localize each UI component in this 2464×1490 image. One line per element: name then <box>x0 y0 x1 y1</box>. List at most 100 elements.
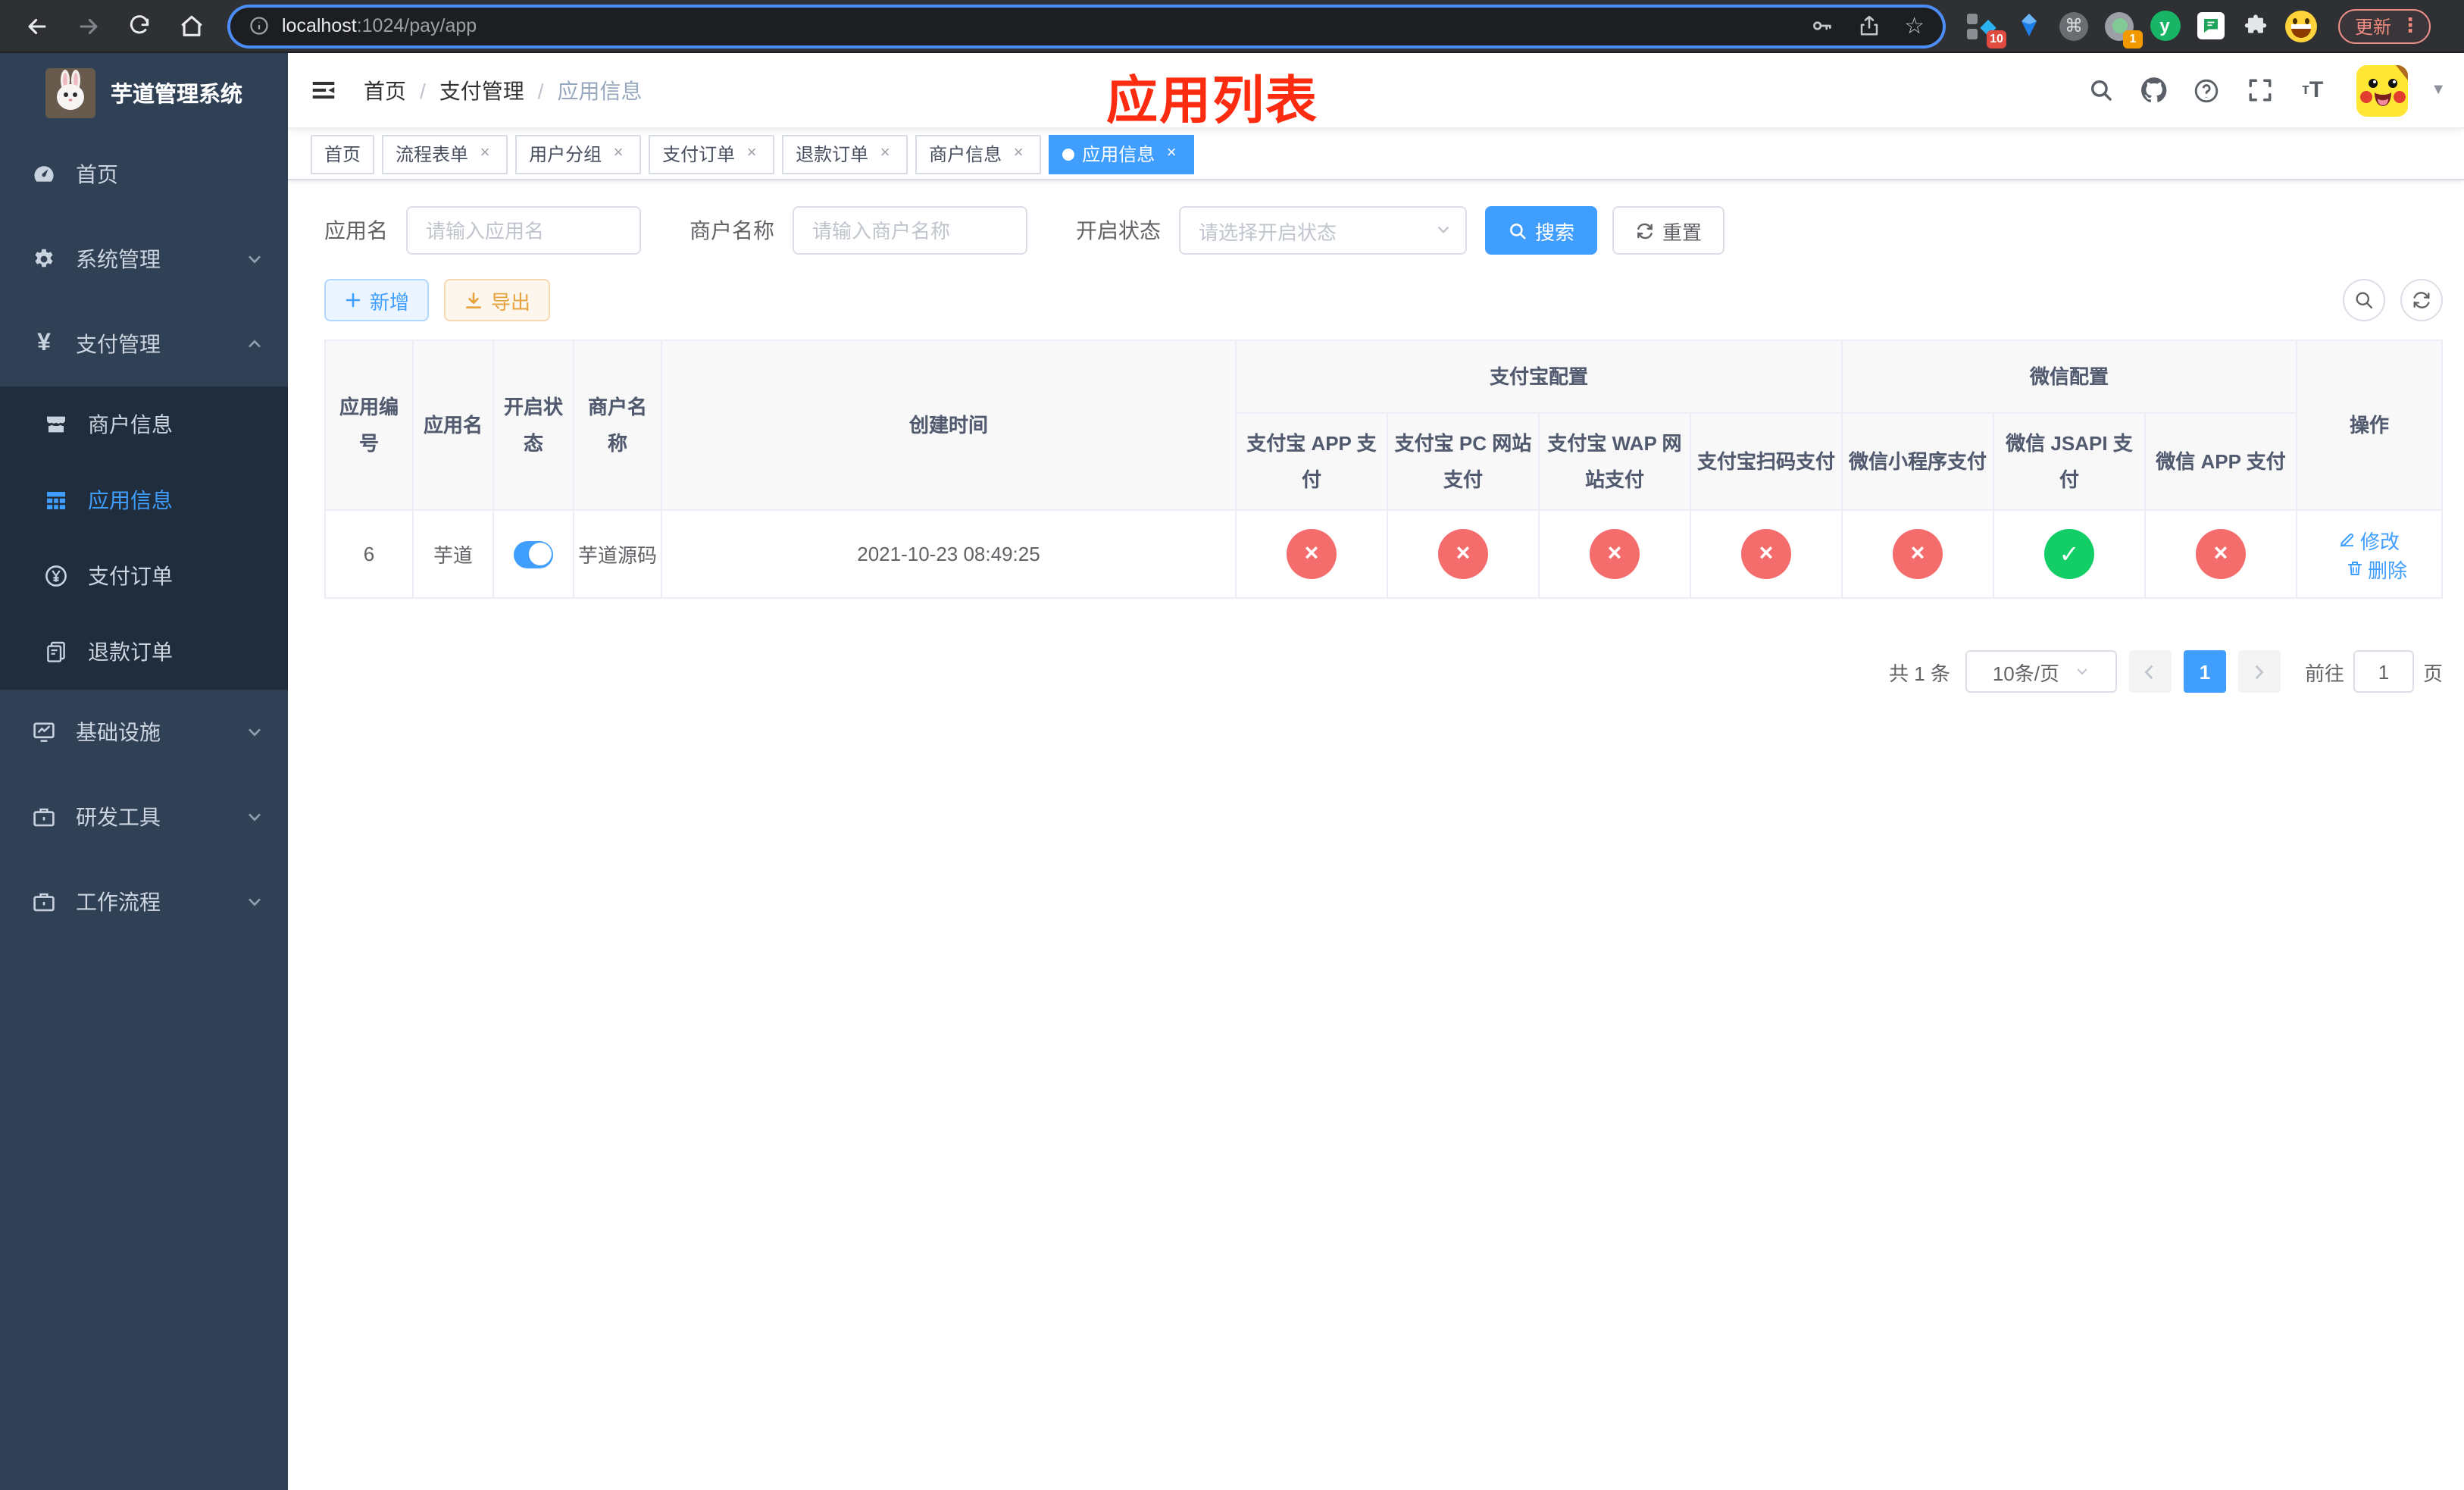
user-avatar[interactable] <box>2356 64 2409 116</box>
back-icon[interactable] <box>15 5 58 47</box>
breadcrumb-current: 应用信息 <box>557 78 643 102</box>
tab-3[interactable]: 支付订单 × <box>649 134 775 174</box>
github-icon[interactable] <box>2138 75 2169 105</box>
app-name-input[interactable] <box>406 206 641 255</box>
col-created: 创建时间 <box>661 340 1237 511</box>
cell-config-1: × <box>1386 509 1540 599</box>
fullscreen-icon[interactable] <box>2244 75 2275 105</box>
subcol-2: 支付宝 WAP 网站支付 <box>1537 412 1691 511</box>
status-select[interactable]: 请选择开启状态 <box>1179 206 1467 255</box>
breadcrumb-separator: / <box>537 78 544 102</box>
url-text[interactable]: localhost:1024/pay/app <box>282 15 1796 36</box>
cell-config-0: × <box>1234 509 1388 599</box>
cell-app-id: 6 <box>324 509 414 599</box>
tab-6[interactable]: 应用信息 × <box>1049 134 1195 174</box>
export-button[interactable]: 导出 <box>444 279 551 321</box>
font-size-icon[interactable]: тT <box>2297 75 2328 105</box>
status-toggle[interactable] <box>514 540 553 568</box>
sidebar-collapse-icon[interactable] <box>306 74 339 107</box>
extension-command-icon[interactable]: ⌘ <box>2058 10 2090 42</box>
tab-close-icon[interactable]: × <box>476 144 494 163</box>
reset-button[interactable]: 重置 <box>1612 206 1725 255</box>
tab-close-icon[interactable]: × <box>1009 144 1027 163</box>
bookmark-star-icon[interactable]: ☆ <box>1904 14 1925 37</box>
sidebar-item-6[interactable]: 退款订单 <box>0 614 288 690</box>
search-button[interactable]: 搜索 <box>1485 206 1598 255</box>
extension-y-icon[interactable]: y <box>2149 10 2181 42</box>
cell-merchant: 芋道源码 <box>573 509 662 599</box>
table-toolbar: 新增 导出 <box>324 279 2443 321</box>
sidebar-item-label: 研发工具 <box>76 805 161 829</box>
app-logo[interactable]: 芋道管理系统 <box>0 53 288 132</box>
delete-link[interactable]: 删除 <box>2347 554 2407 583</box>
browser-menu-icon[interactable]: ⋮ <box>2400 14 2420 38</box>
add-button[interactable]: 新增 <box>324 279 430 321</box>
reload-icon[interactable] <box>118 5 161 47</box>
browser-update-button[interactable]: 更新 ⋮ <box>2338 8 2431 43</box>
cell-created: 2021-10-23 08:49:25 <box>661 509 1237 599</box>
share-icon[interactable] <box>1857 14 1880 38</box>
sidebar-item-2[interactable]: ¥ 支付管理 <box>0 302 288 387</box>
tab-close-icon[interactable]: × <box>743 144 761 163</box>
tab-close-icon[interactable]: × <box>609 144 627 163</box>
prev-page-button[interactable] <box>2128 650 2172 693</box>
subcol-6: 微信 APP 支付 <box>2144 412 2297 511</box>
merchant-name-input[interactable] <box>793 206 1027 255</box>
sidebar-item-3[interactable]: 商户信息 <box>0 387 288 462</box>
cross-circle-icon: × <box>1286 529 1337 579</box>
tab-close-icon[interactable]: × <box>876 144 894 163</box>
extension-gem-icon[interactable] <box>2012 10 2044 42</box>
page-size-select[interactable]: 10条/页 <box>1965 650 2117 693</box>
avatar-caret-icon[interactable]: ▼ <box>2431 82 2446 99</box>
home-icon[interactable] <box>170 5 212 47</box>
extension-recorder-icon[interactable]: 1 <box>2103 10 2143 48</box>
goto-page-input[interactable] <box>2353 650 2414 693</box>
cell-operations: 修改 删除 <box>2296 509 2443 599</box>
sidebar-item-7[interactable]: 基础设施 <box>0 690 288 775</box>
tab-close-icon[interactable]: × <box>1162 144 1180 163</box>
gauge-icon <box>30 162 58 186</box>
extension-diamond-icon[interactable]: ◆ 10 <box>1967 10 2006 48</box>
extensions-puzzle-icon[interactable] <box>2240 10 2272 42</box>
site-info-icon[interactable] <box>249 15 270 36</box>
edit-link[interactable]: 修改 <box>2339 525 2400 554</box>
tab-4[interactable]: 退款订单 × <box>782 134 908 174</box>
tab-0[interactable]: 首页 <box>311 134 375 174</box>
sidebar-item-8[interactable]: 研发工具 <box>0 775 288 859</box>
sidebar-item-label: 商户信息 <box>88 412 173 437</box>
breadcrumb-pay[interactable]: 支付管理 <box>439 75 524 105</box>
search-icon[interactable] <box>2085 75 2115 105</box>
tab-label: 应用信息 <box>1082 144 1155 165</box>
forward-icon[interactable] <box>67 5 109 47</box>
tab-5[interactable]: 商户信息 × <box>915 134 1042 174</box>
tab-1[interactable]: 流程表单 × <box>382 134 508 174</box>
password-key-icon[interactable] <box>1809 14 1833 38</box>
goto-label: 前往 <box>2304 662 2344 684</box>
chevron-down-icon <box>245 893 264 911</box>
breadcrumb: 首页 / 支付管理 / 应用信息 <box>364 75 643 105</box>
tab-2[interactable]: 用户分组 × <box>515 134 642 174</box>
page-content: 应用名 商户名称 开启状态 请选择开启状态 搜索 <box>288 180 2464 1490</box>
cell-config-3: × <box>1689 509 1843 599</box>
sidebar-item-9[interactable]: 工作流程 <box>0 859 288 944</box>
toggle-search-button[interactable] <box>2343 279 2385 321</box>
sidebar-item-5[interactable]: 支付订单 <box>0 538 288 614</box>
col-app-id: 应用编号 <box>324 340 414 511</box>
subcol-1: 支付宝 PC 网站支付 <box>1386 412 1540 511</box>
cross-circle-icon: × <box>1589 529 1640 579</box>
help-icon[interactable] <box>2191 75 2222 105</box>
page-number-1[interactable]: 1 <box>2183 650 2226 693</box>
refresh-button[interactable] <box>2400 279 2443 321</box>
sidebar-item-1[interactable]: 系统管理 <box>0 217 288 302</box>
extension-chat-icon[interactable] <box>2194 10 2226 42</box>
breadcrumb-home[interactable]: 首页 <box>364 75 406 105</box>
profile-emoji-icon[interactable] <box>2285 10 2317 42</box>
address-bar[interactable]: localhost:1024/pay/app ☆ <box>230 7 1943 45</box>
next-page-button[interactable] <box>2237 650 2281 693</box>
cross-circle-icon: × <box>1437 529 1488 579</box>
sidebar-item-0[interactable]: 首页 <box>0 132 288 217</box>
sidebar-item-4[interactable]: 应用信息 <box>0 462 288 538</box>
cell-config-4: × <box>1841 509 1994 599</box>
active-dot <box>1062 148 1075 160</box>
chevron-down-icon <box>1435 221 1452 238</box>
